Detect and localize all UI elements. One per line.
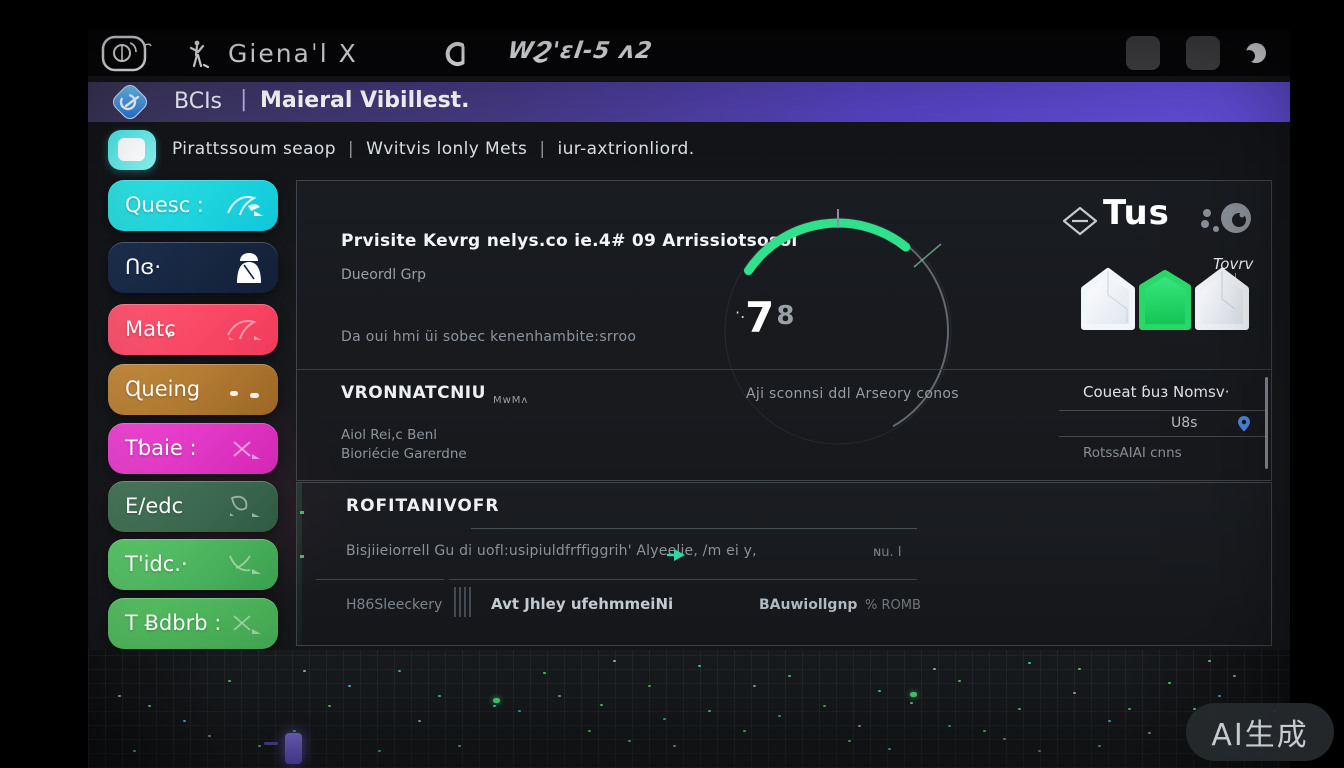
detail-description: Bisjiieiorrell Gu di uofl:usipiuldfrffig… xyxy=(346,543,757,559)
rule-line xyxy=(471,528,917,529)
sidebar-item-label: Tƅaie : xyxy=(125,436,197,460)
purple-trail xyxy=(264,742,278,745)
sidebar-item-profile[interactable]: Ոɞ· xyxy=(108,242,278,293)
sidebar-item-tbaie[interactable]: Tƅaie : xyxy=(108,423,278,474)
breadcrumb-item[interactable]: Pirattssoum seaop xyxy=(172,139,336,159)
gauge-primary-value: 7 xyxy=(745,293,776,342)
page-header: BCIs | Maieral Vibillest. xyxy=(88,82,1290,122)
sidebar-item-tbdbrb[interactable]: T Ƀdbrb : xyxy=(108,598,278,649)
purple-marker[interactable] xyxy=(285,733,302,764)
side-footer-link[interactable]: RotssAIAI cnns xyxy=(1083,445,1182,461)
sidebar-item-tidc[interactable]: T'idc.· xyxy=(108,539,278,590)
stats-line: Aiol Rei,c Benl xyxy=(341,427,437,443)
watermark-text: AI生成 xyxy=(1211,710,1308,754)
detail-column-4: % ROMB xyxy=(865,598,921,613)
breadcrumb-row: Pirattssoum seaop|Wvitvis lonly Mets|iur… xyxy=(88,128,1290,174)
header-product[interactable]: BCIs xyxy=(174,89,222,114)
breadcrumb: Pirattssoum seaop|Wvitvis lonly Mets|iur… xyxy=(172,139,695,159)
sidebar-item-label: Ɋueing xyxy=(125,377,200,401)
sidebar-item-label: E/edc xyxy=(125,494,183,518)
dots-icon xyxy=(226,373,266,407)
side-input-row[interactable]: U8s xyxy=(1059,410,1267,437)
detail-description-right: ɴu. I xyxy=(873,545,902,560)
overview-panel: Prvisite Kevrg nelys.co ie.4# 09 Arrissi… xyxy=(296,180,1272,481)
detail-panel: ROFITANIVOFR Bisjiieiorrell Gu di uofl:u… xyxy=(296,482,1272,646)
breadcrumb-item[interactable]: Wvitvis lonly Mets xyxy=(366,139,527,159)
overview-note: Da oui hmi üi sobec kenenhambite:srroo xyxy=(341,329,636,345)
tick-mark xyxy=(300,511,304,514)
titlebar: Gienaˈl X WϨ'ɛl-5 ʌ2 xyxy=(88,30,1290,76)
grid-dot xyxy=(910,692,917,697)
person-icon xyxy=(232,251,266,287)
detail-column-3[interactable]: BAuwiollgnp xyxy=(759,597,857,613)
side-input-value: U8s xyxy=(1171,415,1197,431)
controller-icon[interactable] xyxy=(1199,201,1255,241)
diamond-outline-icon xyxy=(1061,205,1099,237)
breadcrumb-item[interactable]: iur-axtrionliord. xyxy=(557,139,694,159)
house-green xyxy=(1142,273,1188,327)
header-separator: | xyxy=(240,87,247,112)
moon-icon[interactable] xyxy=(1242,40,1268,66)
sidebar-item-label: Matɕ xyxy=(125,317,176,341)
rule-line xyxy=(449,579,917,580)
bird-icon xyxy=(224,313,266,347)
watermark-badge: AI生成 xyxy=(1186,703,1334,761)
toggle-icon[interactable] xyxy=(108,130,156,170)
window-button-1[interactable] xyxy=(1126,36,1160,70)
page-title: Maieral Vibillest. xyxy=(260,88,470,113)
sidebar-item-label: Ոɞ· xyxy=(125,255,161,279)
stats-line: Bioriécie Garerdne xyxy=(341,446,467,462)
timeline-grid xyxy=(88,650,1290,768)
detail-column-2[interactable]: Avt Jhley ufehmmeiNi xyxy=(491,595,673,613)
detail-column-1[interactable]: H86Sleeckery xyxy=(346,597,442,613)
sidebar-item-label: Quesc : xyxy=(125,193,204,217)
bird-icon xyxy=(224,607,266,641)
tick-mark xyxy=(300,555,304,558)
detail-heading: ROFITANIVOFR xyxy=(346,496,499,516)
header-logo-icon xyxy=(106,78,154,126)
sidebar-item-label: T'idc.· xyxy=(125,552,188,576)
brand-name: Tus xyxy=(1103,193,1170,233)
sidebar-item-label: T Ƀdbrb : xyxy=(125,611,221,635)
sidebar-item-quesc[interactable]: Quesc : xyxy=(108,180,278,231)
sidebar-item-queing[interactable]: Ɋueing xyxy=(108,364,278,415)
window-button-2[interactable] xyxy=(1186,36,1220,70)
window-title: Gienaˈl X xyxy=(228,39,358,68)
barcode-divider xyxy=(454,587,471,617)
house-shapes xyxy=(1079,265,1251,337)
gauge-secondary-value: 8 xyxy=(776,301,794,331)
side-column: Coueat ɓuɜ Nomsv· U8s RotssAIAI cnns xyxy=(1059,377,1267,473)
bird-icon xyxy=(224,490,266,524)
bird-icon xyxy=(224,548,266,582)
side-heading: Coueat ɓuɜ Nomsv· xyxy=(1083,383,1229,401)
titlebar-right-text: WϨ'ɛl-5 ʌ2 xyxy=(506,38,654,64)
stats-heading-small: MwMʌ xyxy=(493,395,528,406)
stats-heading: VRONNATCNIU xyxy=(341,383,486,403)
c-shape-icon xyxy=(442,39,470,69)
overview-subtitle: Dueordl Grp xyxy=(341,267,426,283)
app-window: Gienaˈl X WϨ'ɛl-5 ʌ2 BCI xyxy=(88,30,1290,768)
bird-icon xyxy=(224,189,266,223)
panel-divider xyxy=(297,369,1271,370)
grid-specks-white xyxy=(88,650,91,652)
bird-icon xyxy=(224,432,266,466)
rule-line xyxy=(316,579,444,580)
grid-dot xyxy=(493,698,500,703)
figure-icon xyxy=(182,38,212,70)
screen: Gienaˈl X WϨ'ɛl-5 ʌ2 BCI xyxy=(0,0,1344,768)
sidebar-item-eedc[interactable]: E/edc xyxy=(108,481,278,532)
scrollbar-thumb[interactable] xyxy=(1265,377,1268,469)
center-note: Aji sconnsi ddl Arseory conos xyxy=(746,386,959,402)
pin-icon xyxy=(1237,415,1251,433)
app-logo-icon xyxy=(100,33,152,73)
arrow-icon[interactable] xyxy=(665,547,687,563)
sidebar-item-matc[interactable]: Matɕ xyxy=(108,304,278,355)
gauge-value: ·.78 xyxy=(735,293,795,342)
